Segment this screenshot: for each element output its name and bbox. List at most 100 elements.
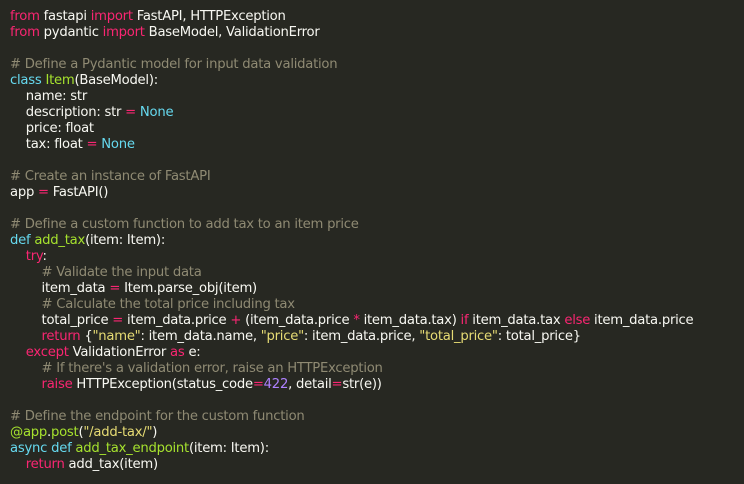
code-line: from pydantic import BaseModel, Validati…	[10, 25, 693, 41]
code-token-keyword: from	[10, 9, 40, 24]
code-token-text: :	[42, 249, 47, 264]
code-token-op: +	[230, 313, 242, 328]
code-line: def add_tax(item: Item):	[10, 233, 693, 249]
code-token-op: =	[109, 281, 121, 296]
code-token-text: str(e))	[342, 377, 382, 392]
code-token-comment: # Define a custom function to add tax to…	[10, 217, 359, 232]
code-token-text: : total_price}	[497, 329, 581, 344]
code-line: from fastapi import FastAPI, HTTPExcepti…	[10, 9, 693, 25]
code-token-text: tax: float	[10, 137, 87, 152]
code-token-keyword: import	[90, 9, 133, 24]
code-token-text: Item.parse_obj(item)	[120, 281, 257, 296]
code-line: # Define a custom function to add tax to…	[10, 217, 693, 233]
code-token-decorator: @app	[10, 425, 48, 440]
code-line: item_data = Item.parse_obj(item)	[10, 281, 693, 297]
code-token-text: (item: Item):	[85, 233, 166, 248]
code-token-keyword: return	[25, 457, 65, 472]
code-token-keyword: import	[102, 25, 145, 40]
code-token-comment: # Calculate the total price including ta…	[41, 297, 296, 312]
code-token-storage: def	[51, 441, 72, 456]
code-line: app = FastAPI()	[10, 185, 693, 201]
code-token-keyword: except	[25, 345, 69, 360]
code-token-keyword: return	[41, 329, 81, 344]
code-line: @app.post("/add-tax/")	[10, 425, 693, 441]
code-token-comment: # Create an instance of FastAPI	[10, 169, 211, 184]
code-line: return {"name": item_data.name, "price":…	[10, 329, 693, 345]
code-token-op: =	[86, 137, 98, 152]
code-token-text: )	[152, 425, 158, 440]
code-line: tax: float = None	[10, 137, 693, 153]
code-line: async def add_tax_endpoint(item: Item):	[10, 441, 693, 457]
code-token-text: e:	[184, 345, 201, 360]
code-line: name: str	[10, 89, 693, 105]
code-line: # Define a Pydantic model for input data…	[10, 57, 693, 73]
code-token-number: 422	[263, 377, 289, 392]
code-editor-screen: { "colors": { "background": "#272822", "…	[0, 0, 744, 484]
code-token-keyword: as	[170, 345, 185, 360]
code-line: class Item(BaseModel):	[10, 73, 693, 89]
code-token-op: =	[252, 377, 264, 392]
code-line: # Define the endpoint for the custom fun…	[10, 409, 693, 425]
code-token-text: (BaseModel):	[74, 73, 158, 88]
code-token-keyword: try	[25, 249, 43, 264]
code-token-storage: class	[10, 73, 42, 88]
code-line: except ValidationError as e:	[10, 345, 693, 361]
code-line: # Calculate the total price including ta…	[10, 297, 693, 313]
code-token-class: Item	[45, 73, 75, 88]
code-token-storage: def	[10, 233, 31, 248]
code-line: try:	[10, 249, 693, 265]
code-token-comment: # Validate the input data	[41, 265, 202, 280]
code-token-string: "price"	[260, 329, 304, 344]
code-line: # Validate the input data	[10, 265, 693, 281]
code-token-keyword: from	[10, 25, 40, 40]
code-token-text: (item: Item):	[188, 441, 269, 456]
code-token-text: : item_data.price,	[303, 329, 420, 344]
code-token-text: add_tax(item)	[64, 457, 159, 472]
code-token-text: : item_data.name,	[140, 329, 261, 344]
code-token-text: FastAPI, HTTPException	[132, 9, 286, 24]
code-token-text: FastAPI()	[48, 185, 109, 200]
code-token-storage: async	[10, 441, 48, 456]
code-token-keyword: raise	[41, 377, 73, 392]
code-token-op: =	[112, 313, 124, 328]
code-token-func: add_tax_endpoint	[75, 441, 189, 456]
code-line: description: str = None	[10, 105, 693, 121]
code-token-comment: # Define the endpoint for the custom fun…	[10, 409, 305, 424]
code-token-func: add_tax	[34, 233, 86, 248]
code-token-text: BaseModel, ValidationError	[144, 25, 320, 40]
code-token-const: None	[101, 137, 135, 152]
code-token-text: price: float	[10, 121, 94, 136]
code-token-text: {	[80, 329, 93, 344]
code-token-text: fastapi	[39, 9, 91, 24]
code-token-string: "total_price"	[419, 329, 498, 344]
code-token-op: =	[125, 105, 136, 120]
code-token-text: item_data.tax)	[359, 313, 461, 328]
code-token-text: HTTPException(status_code	[72, 377, 253, 392]
code-token-keyword: else	[564, 313, 591, 328]
code-token-string: "/add-tax/"	[83, 425, 153, 440]
code-line: # Create an instance of FastAPI	[10, 169, 693, 185]
code-token-text: pydantic	[39, 25, 103, 40]
code-token-text: app	[10, 185, 39, 200]
code-token-op: =	[38, 185, 49, 200]
code-line: # If there's a validation error, raise a…	[10, 361, 693, 377]
code-block: from fastapi import FastAPI, HTTPExcepti…	[10, 9, 694, 473]
code-token-text: ValidationError	[68, 345, 171, 360]
code-token-text: name: str	[10, 89, 88, 104]
code-token-text: item_data	[10, 281, 110, 296]
code-token-op: =	[331, 377, 343, 392]
code-token-text: , detail	[288, 377, 332, 392]
code-token-comment: # If there's a validation error, raise a…	[41, 361, 383, 376]
code-token-text: item_data.tax	[468, 313, 565, 328]
